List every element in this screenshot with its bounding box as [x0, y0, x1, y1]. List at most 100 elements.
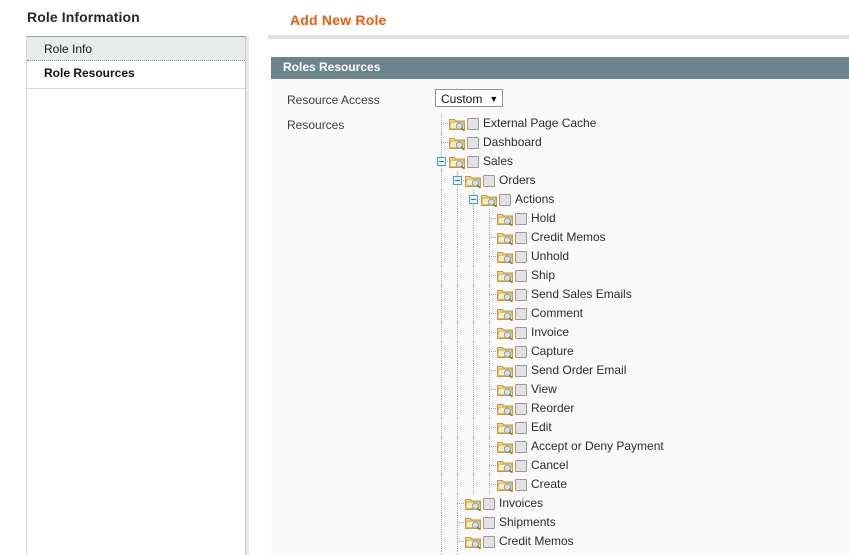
resources-label: Resources — [287, 118, 345, 132]
tree-node-checkbox[interactable] — [483, 517, 495, 529]
tree-collapse-icon[interactable] — [453, 176, 462, 185]
tree-node-checkbox[interactable] — [515, 289, 527, 301]
tree-node-label: Invoices — [499, 496, 544, 510]
tree-node-checkbox[interactable] — [515, 384, 527, 396]
tree-node-checkbox[interactable] — [499, 194, 511, 206]
tree-guide-line — [473, 266, 475, 285]
sidebar-item-role-info[interactable]: Role Info — [27, 37, 245, 61]
tree-node-label: Actions — [515, 192, 555, 206]
tree-node-checkbox[interactable] — [467, 137, 479, 149]
tree-collapse-icon[interactable] — [469, 195, 478, 204]
tree-guide-line — [441, 342, 443, 361]
folder-search-icon — [497, 231, 513, 245]
tree-node-label: External Page Cache — [483, 116, 597, 130]
tree-node-checkbox[interactable] — [515, 251, 527, 263]
tree-guide-line — [457, 418, 459, 437]
tree-node-checkbox[interactable] — [515, 327, 527, 339]
tree-guide-line — [441, 323, 443, 342]
tree-guide-line — [441, 418, 443, 437]
folder-search-icon — [497, 478, 513, 492]
tree-collapse-icon[interactable] — [437, 157, 446, 166]
tree-node-checkbox[interactable] — [515, 460, 527, 472]
tree-node[interactable]: Unhold — [437, 247, 847, 266]
tree-node[interactable]: Invoices — [437, 494, 847, 513]
tree-node-checkbox[interactable] — [467, 118, 479, 130]
tree-node-checkbox[interactable] — [515, 346, 527, 358]
tree-node-label: Comment — [531, 306, 584, 320]
tree-node-checkbox[interactable] — [483, 498, 495, 510]
tree-node-checkbox[interactable] — [515, 308, 527, 320]
folder-search-icon — [465, 174, 481, 188]
folder-search-icon — [497, 288, 513, 302]
tree-node[interactable]: Actions — [437, 190, 847, 209]
tree-guide-elbow — [441, 142, 448, 144]
folder-search-icon — [497, 212, 513, 226]
tree-node-label: Edit — [531, 420, 552, 434]
tree-node-label: Create — [531, 477, 568, 491]
tree-node-checkbox[interactable] — [515, 213, 527, 225]
tree-node[interactable]: Credit Memos — [437, 228, 847, 247]
tree-node-checkbox[interactable] — [483, 536, 495, 548]
tree-guide-line — [441, 247, 443, 266]
tree-guide-line — [441, 494, 443, 513]
tree-guide-line — [457, 190, 459, 209]
tree-guide-line — [441, 399, 443, 418]
tree-node[interactable]: Dashboard — [437, 133, 847, 152]
tree-guide-line — [473, 399, 475, 418]
tree-guide-line — [457, 209, 459, 228]
tree-guide-line — [457, 380, 459, 399]
tree-guide-elbow — [489, 275, 496, 277]
tree-node[interactable]: View — [437, 380, 847, 399]
tree-guide-elbow — [489, 484, 496, 486]
tree-node[interactable]: Sales — [437, 152, 847, 171]
tree-node[interactable]: Edit — [437, 418, 847, 437]
resource-access-select[interactable]: Custom ▼ — [435, 89, 504, 107]
tree-node[interactable]: Send Order Email — [437, 361, 847, 380]
tree-node[interactable] — [437, 551, 847, 555]
tree-guide-line — [441, 361, 443, 380]
tree-guide-line — [473, 380, 475, 399]
tree-node-label: Credit Memos — [531, 230, 606, 244]
tree-node-checkbox[interactable] — [515, 441, 527, 453]
tree-node[interactable]: Hold — [437, 209, 847, 228]
tree-node-checkbox[interactable] — [515, 479, 527, 491]
section-header-bar: Roles Resources — [271, 57, 849, 79]
tree-node[interactable]: Cancel — [437, 456, 847, 475]
folder-search-icon — [497, 440, 513, 454]
tree-node-checkbox[interactable] — [515, 422, 527, 434]
tree-node[interactable]: Invoice — [437, 323, 847, 342]
tree-node[interactable]: Comment — [437, 304, 847, 323]
tree-node[interactable]: Orders — [437, 171, 847, 190]
tree-node-checkbox[interactable] — [515, 270, 527, 282]
tree-guide-line — [473, 342, 475, 361]
tree-node-label: Sales — [483, 154, 514, 168]
tree-node[interactable]: Ship — [437, 266, 847, 285]
folder-search-icon — [465, 516, 481, 530]
resources-tree[interactable]: External Page Cache Dashboard Sales Orders A… — [437, 114, 847, 555]
folder-search-icon — [497, 364, 513, 378]
tree-node[interactable]: Reorder — [437, 399, 847, 418]
tree-guide-line — [473, 456, 475, 475]
tree-guide-line — [473, 304, 475, 323]
tree-node-checkbox[interactable] — [483, 175, 495, 187]
tree-node-label: Send Order Email — [531, 363, 627, 377]
tree-guide-elbow — [457, 522, 464, 524]
folder-search-icon — [497, 269, 513, 283]
tree-node-checkbox[interactable] — [515, 365, 527, 377]
tree-node[interactable]: Accept or Deny Payment — [437, 437, 847, 456]
tree-node[interactable]: Shipments — [437, 513, 847, 532]
tree-node[interactable]: Credit Memos — [437, 532, 847, 551]
tree-node-label: Capture — [531, 344, 574, 358]
tree-node-checkbox[interactable] — [515, 232, 527, 244]
sidebar-item-role-resources[interactable]: Role Resources — [27, 61, 245, 85]
tree-node-checkbox[interactable] — [467, 156, 479, 168]
tree-node[interactable]: Capture — [437, 342, 847, 361]
tree-node-checkbox[interactable] — [515, 403, 527, 415]
tree-node-label: Cancel — [531, 458, 569, 472]
folder-search-icon — [497, 421, 513, 435]
tree-node[interactable]: Send Sales Emails — [437, 285, 847, 304]
folder-search-icon — [465, 535, 481, 549]
tree-guide-elbow — [489, 370, 496, 372]
tree-node[interactable]: External Page Cache — [437, 114, 847, 133]
tree-node[interactable]: Create — [437, 475, 847, 494]
